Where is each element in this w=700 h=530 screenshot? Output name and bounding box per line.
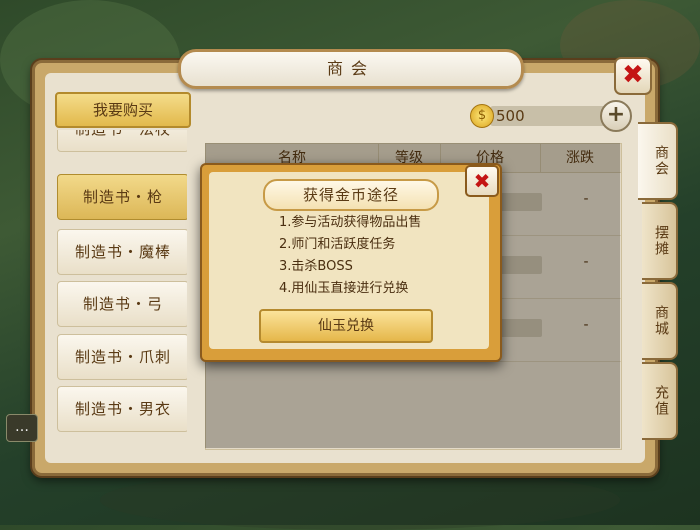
- background-floor: [100, 470, 620, 530]
- list-item[interactable]: 制造书・枪: [57, 174, 187, 220]
- gold-amount: 500: [490, 106, 616, 126]
- list-item: 3.击杀BOSS: [279, 259, 353, 274]
- tab-commerce[interactable]: 商会: [638, 122, 678, 200]
- list-item[interactable]: 制造书・男衣: [57, 386, 187, 432]
- list-item: 4.用仙玉直接进行兑换: [279, 281, 409, 296]
- list-item[interactable]: 制造书・弓: [57, 281, 187, 327]
- close-window-button[interactable]: ✖: [614, 57, 652, 95]
- tab-stall[interactable]: 摆摊: [642, 202, 678, 280]
- close-dialog-button[interactable]: ✖: [465, 165, 499, 197]
- buy-button[interactable]: 我要购买: [55, 92, 191, 128]
- list-item: 1.参与活动获得物品出售: [279, 215, 422, 230]
- gold-source-list: 1.参与活动获得物品出售 2.师门和活跃度任务 3.击杀BOSS 4.用仙玉直接…: [279, 212, 479, 300]
- add-gold-button[interactable]: +: [600, 100, 632, 132]
- window-title: 商会: [178, 49, 524, 89]
- gold-source-dialog: 获得金币途径 1.参与活动获得物品出售 2.师门和活跃度任务 3.击杀BOSS …: [200, 163, 502, 362]
- list-item[interactable]: 制造书・魔棒: [57, 229, 187, 275]
- exchange-jade-button[interactable]: 仙玉兑换: [259, 309, 433, 343]
- list-item: 2.师门和活跃度任务: [279, 237, 396, 252]
- gold-coin-icon: $: [470, 104, 494, 128]
- list-item[interactable]: 制造书・爪刺: [57, 334, 187, 380]
- chat-icon[interactable]: …: [6, 414, 38, 442]
- category-list: 制造书・法杖 制造书・枪 制造书・魔棒 制造书・弓 制造书・爪刺 制造书・男衣: [57, 130, 187, 448]
- tab-recharge[interactable]: 充值: [642, 362, 678, 440]
- tab-mall[interactable]: 商城: [642, 282, 678, 360]
- dialog-title: 获得金币途径: [263, 179, 439, 211]
- dialog-body: 获得金币途径 1.参与活动获得物品出售 2.师门和活跃度任务 3.击杀BOSS …: [209, 172, 489, 349]
- list-item[interactable]: 制造书・法杖: [57, 130, 187, 152]
